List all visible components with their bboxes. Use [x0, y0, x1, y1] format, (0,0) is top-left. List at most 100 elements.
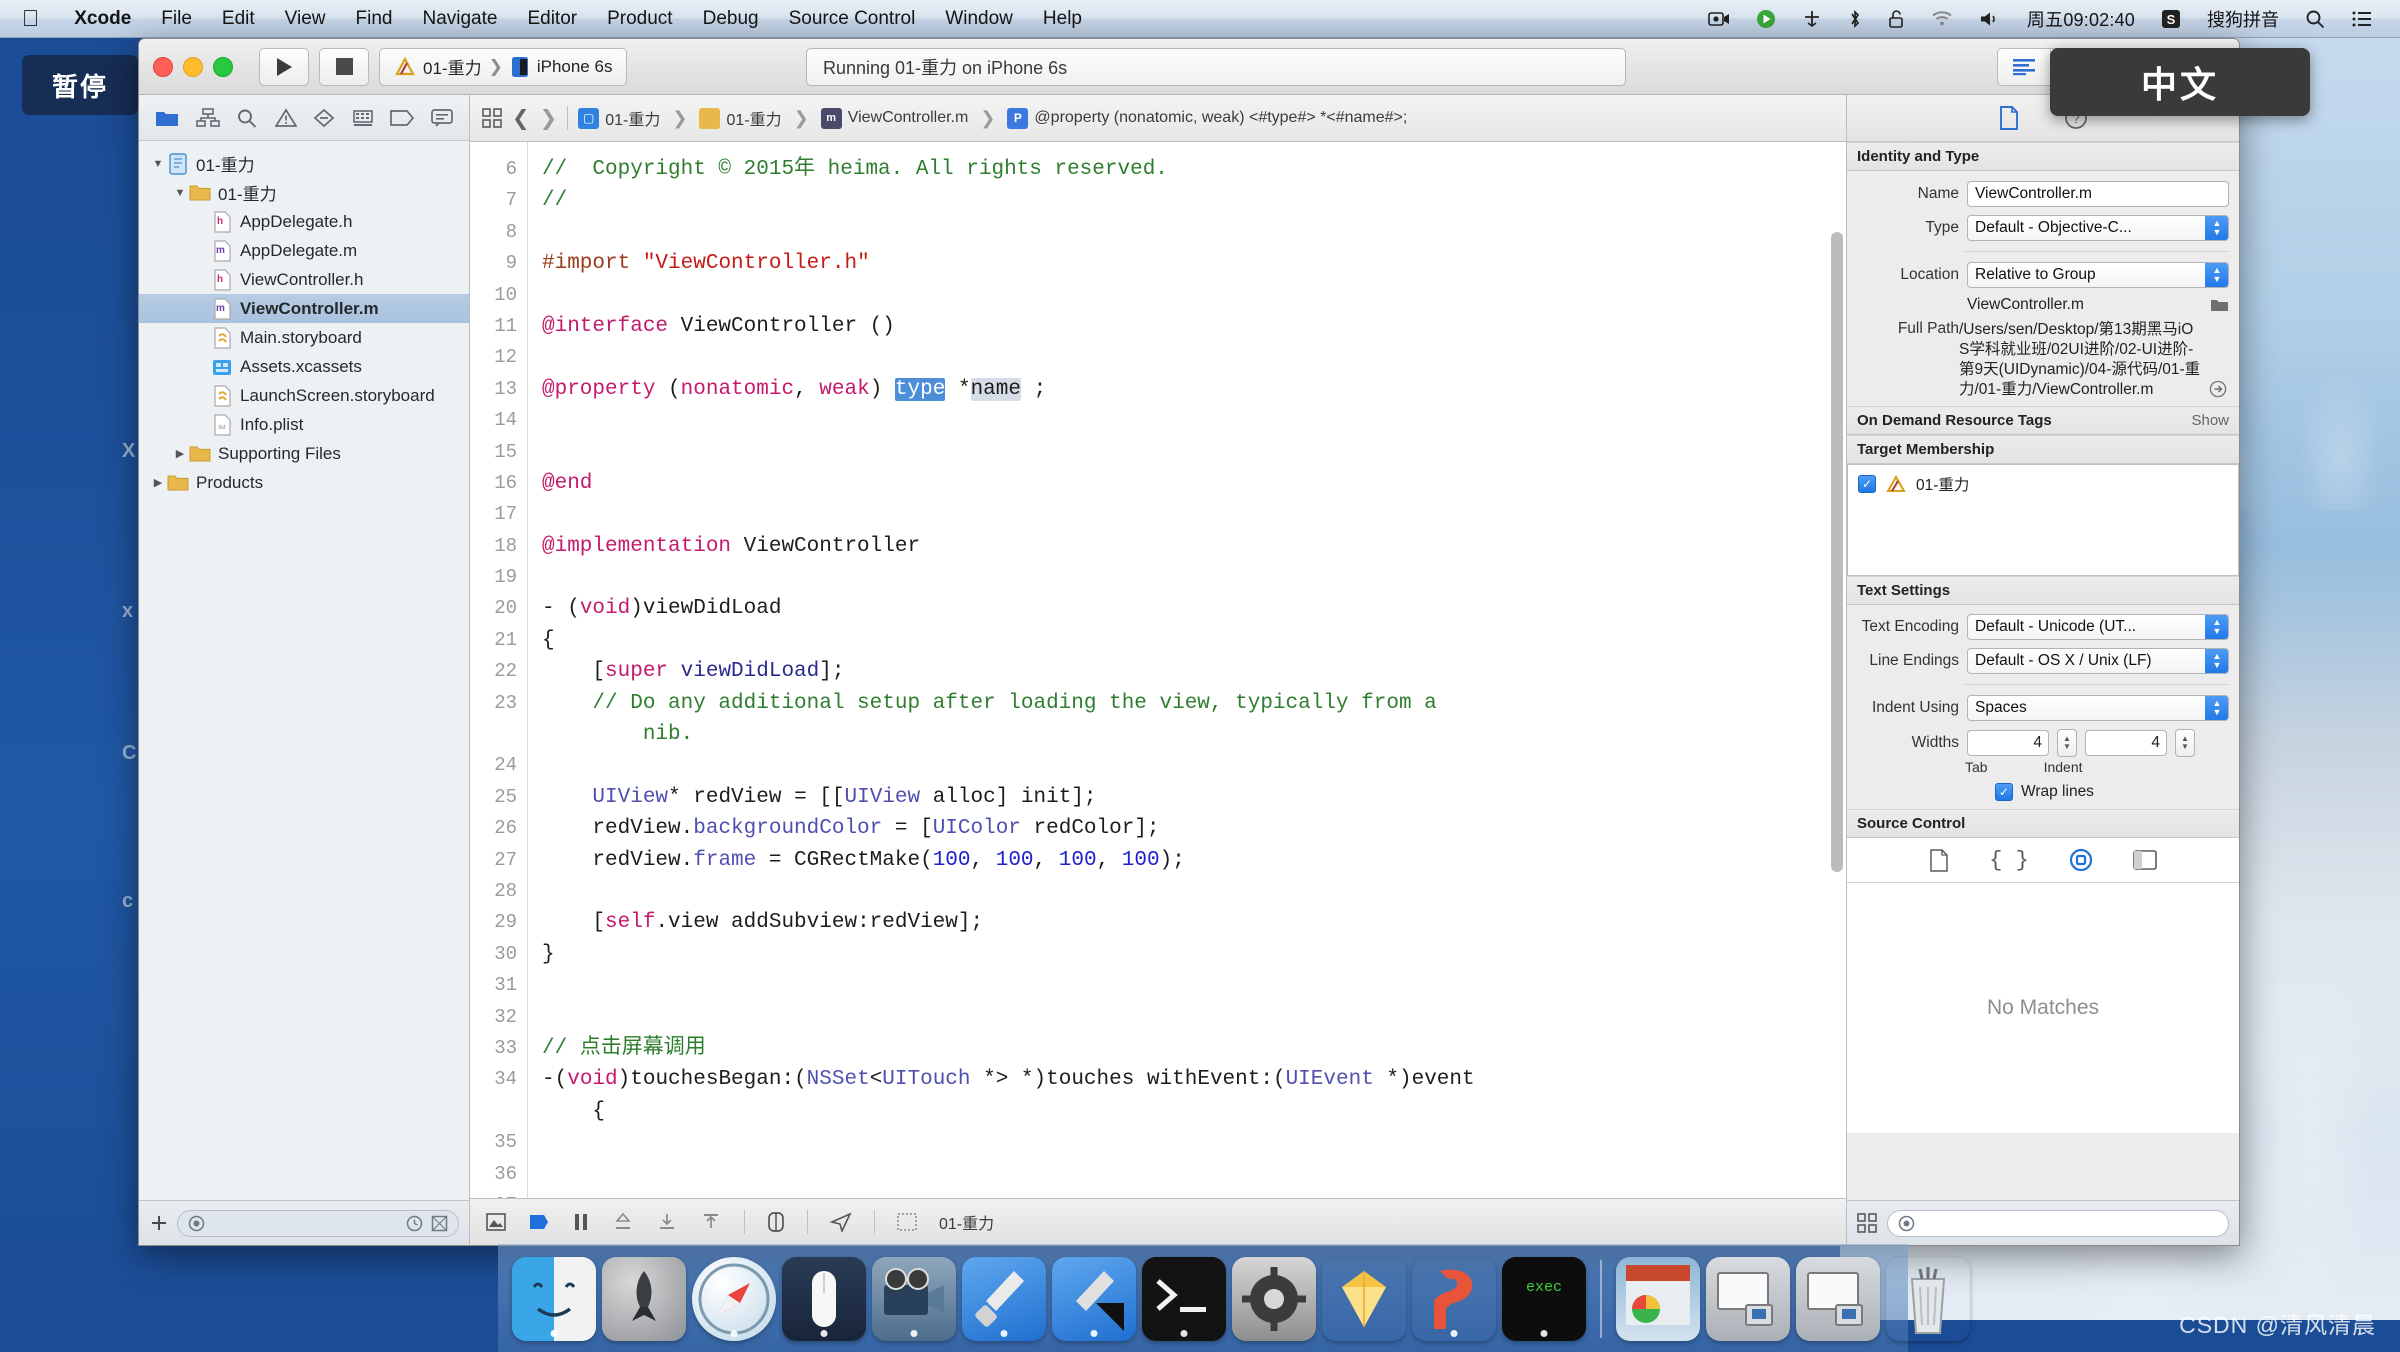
ime-badge-icon[interactable]: S — [2148, 9, 2194, 29]
dock-item-downloads-stack[interactable] — [1616, 1256, 1700, 1341]
twisty-down-icon[interactable]: ▼ — [149, 158, 167, 170]
target-checkbox[interactable]: ✓ — [1858, 475, 1876, 493]
image-preview-icon[interactable] — [486, 1212, 506, 1232]
code-line[interactable]: @implementation ViewController — [542, 531, 1846, 562]
wrap-lines-checkbox[interactable]: ✓ — [1995, 783, 2013, 801]
close-button[interactable] — [153, 56, 173, 77]
code-line[interactable] — [542, 405, 1846, 436]
dock-item-screenshot-file[interactable] — [1706, 1256, 1790, 1341]
braces-icon[interactable]: { } — [1989, 848, 2029, 873]
menu-item-navigate[interactable]: Navigate — [407, 8, 512, 30]
code-line[interactable] — [542, 499, 1846, 530]
dock-item-sketch[interactable] — [1322, 1257, 1406, 1341]
file-icon[interactable] — [1929, 848, 1949, 872]
file-tree-row[interactable]: h ViewController.h — [139, 265, 469, 294]
indent-using-popup[interactable]: Spaces ▲ ▼ — [1967, 695, 2229, 721]
chevron-left-icon[interactable]: ❮ — [512, 106, 530, 131]
twisty-right-icon[interactable]: ▶ — [171, 447, 189, 460]
code-line[interactable] — [542, 1002, 1846, 1033]
menu-item-window[interactable]: Window — [930, 8, 1028, 30]
show-link[interactable]: Show — [2191, 412, 2229, 429]
code-line[interactable]: -(void)touchesBegan:(NSSet<UITouch *> *)… — [542, 1064, 1846, 1095]
breadcrumb-file[interactable]: m ViewController.m — [820, 107, 968, 129]
file-tree-row[interactable]: Main.storyboard — [139, 323, 469, 352]
menu-item-editor[interactable]: Editor — [512, 8, 592, 30]
menu-item-product[interactable]: Product — [592, 8, 687, 30]
file-tree-row[interactable]: ▼ 01-重力 — [139, 178, 469, 207]
reveal-in-finder-icon[interactable] — [2209, 380, 2229, 400]
dock-item-paw[interactable] — [1412, 1257, 1496, 1341]
source-code-text[interactable]: // Copyright © 2015年 heima. All rights r… — [528, 142, 1846, 1198]
code-line[interactable] — [542, 342, 1846, 373]
file-tree-row[interactable]: ▶ Products — [139, 468, 469, 497]
debug-navigator-icon[interactable] — [352, 108, 374, 128]
file-inspector-icon[interactable] — [1998, 106, 2020, 130]
twisty-down-icon[interactable]: ▼ — [171, 187, 189, 199]
name-input[interactable]: ViewController.m — [1967, 181, 2229, 207]
simulate-location-icon[interactable] — [830, 1212, 852, 1232]
dock-item-xcode[interactable] — [962, 1256, 1046, 1341]
location-popup[interactable]: Relative to Group ▲ ▼ — [1967, 262, 2229, 288]
code-line[interactable] — [542, 1190, 1846, 1198]
step-over-icon[interactable] — [528, 1212, 550, 1232]
step-out-icon[interactable] — [656, 1212, 678, 1232]
tab-width-input[interactable]: 4 — [1967, 730, 2049, 756]
bluetooth-icon[interactable] — [1835, 9, 1875, 29]
run-button[interactable] — [259, 47, 309, 86]
code-line[interactable] — [542, 750, 1846, 781]
zoom-button[interactable] — [213, 56, 233, 77]
dock-item-launchpad[interactable] — [602, 1256, 686, 1341]
code-line[interactable] — [542, 970, 1846, 1001]
menu-item-file[interactable]: File — [146, 8, 207, 30]
code-line[interactable]: // Do any additional setup after loading… — [542, 688, 1846, 719]
menu-bar-clock[interactable]: 周五09:02:40 — [2014, 6, 2148, 32]
dock-item-mouse-app[interactable] — [782, 1256, 866, 1341]
code-line[interactable]: // 点击屏幕调用 — [542, 1033, 1846, 1064]
debug-process-label[interactable]: 01-重力 — [939, 1210, 994, 1234]
dock-item-terminal[interactable] — [1142, 1256, 1226, 1341]
breadcrumb-project[interactable]: ▢ 01-重力 — [578, 106, 660, 130]
chevron-right-icon[interactable]: ❯ — [540, 106, 558, 131]
dock-item-system-preferences[interactable] — [1232, 1256, 1316, 1341]
code-line[interactable]: - (void)viewDidLoad — [542, 593, 1846, 624]
folder-choose-icon[interactable] — [2210, 297, 2229, 313]
code-line[interactable] — [542, 1127, 1846, 1158]
code-line[interactable]: [self.view addSubview:redView]; — [542, 907, 1846, 938]
plus-icon[interactable] — [149, 1213, 169, 1233]
editor-vertical-scrollbar[interactable] — [1831, 232, 1843, 872]
screen-record-icon[interactable] — [1695, 11, 1743, 27]
pause-icon[interactable] — [572, 1212, 590, 1232]
code-line[interactable]: UIView* redView = [[UIView alloc] init]; — [542, 782, 1846, 813]
code-line[interactable]: #import "ViewController.h" — [542, 248, 1846, 279]
code-line[interactable]: redView.backgroundColor = [UIColor redCo… — [542, 813, 1846, 844]
code-line[interactable]: [super viewDidLoad]; — [542, 656, 1846, 687]
find-navigator-icon[interactable] — [236, 108, 258, 128]
standard-editor-icon[interactable] — [1998, 48, 2051, 85]
dock-item-trash[interactable] — [1886, 1257, 1970, 1341]
code-line[interactable] — [542, 280, 1846, 311]
lock-open-icon[interactable] — [1875, 9, 1918, 29]
symbol-navigator-icon[interactable] — [195, 107, 220, 128]
indent-width-input[interactable]: 4 — [2085, 730, 2167, 756]
split-panel-icon[interactable] — [2132, 850, 2157, 870]
report-navigator-icon[interactable] — [430, 108, 453, 128]
breadcrumb-symbol[interactable]: P @property (nonatomic, weak) <#type#> *… — [1007, 107, 1407, 129]
code-line[interactable]: @property (nonatomic, weak) type *name ; — [542, 374, 1846, 405]
twisty-right-icon[interactable]: ▶ — [149, 476, 167, 489]
code-editor[interactable]: 6 7 8 9 10 11 12 13 14 15 16 17 18 19 20 21 22 23 24 25 26 27… — [470, 142, 1846, 1198]
issue-navigator-icon[interactable] — [274, 107, 297, 128]
dock-item-screenshot-file-2[interactable] — [1796, 1256, 1880, 1341]
file-tree-row[interactable]: h AppDelegate.h — [139, 207, 469, 236]
test-navigator-icon[interactable] — [313, 108, 335, 128]
step-up-icon[interactable] — [700, 1212, 722, 1232]
airplay-icon[interactable] — [1789, 10, 1835, 28]
navigator-filter-field[interactable] — [177, 1209, 459, 1237]
search-icon[interactable] — [2292, 9, 2338, 29]
dock-item-quicktime[interactable] — [872, 1256, 956, 1341]
tab-width-stepper[interactable]: ▲ ▼ — [2057, 729, 2077, 757]
indent-width-stepper[interactable]: ▲ ▼ — [2175, 729, 2195, 757]
menu-item-edit[interactable]: Edit — [207, 8, 270, 30]
file-tree-row[interactable]: ▼ 01-重力 — [139, 149, 469, 178]
menu-item-help[interactable]: Help — [1028, 8, 1097, 30]
apple-logo-icon[interactable]:  — [22, 7, 39, 30]
